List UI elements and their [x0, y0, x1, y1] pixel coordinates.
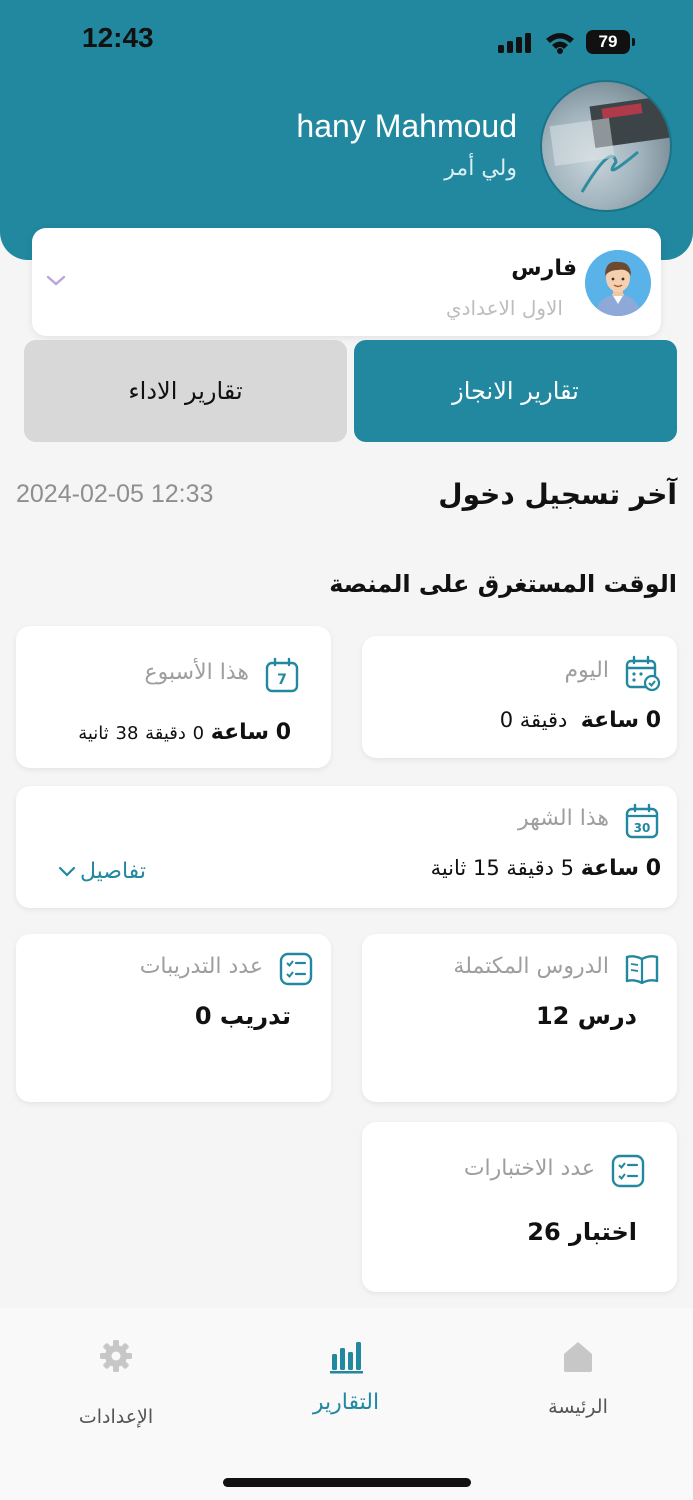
completed-lessons-label: الدروس المكتملة: [453, 954, 609, 979]
battery-indicator: 79: [586, 30, 635, 54]
week-label: هذا الأسبوع: [144, 660, 249, 685]
today-value: 0 ساعة دقيقة 0: [500, 708, 661, 733]
user-name: hany Mahmoud: [296, 108, 517, 144]
svg-text:7: 7: [277, 672, 287, 688]
week-minutes: 0: [192, 723, 205, 744]
status-icons: 79: [498, 26, 648, 58]
svg-text:30: 30: [634, 821, 651, 835]
calendar-check-icon: [625, 655, 661, 692]
month-hours: 0: [645, 856, 661, 881]
calendar-30-icon: 30: [625, 803, 659, 839]
today-hours-unit: ساعة: [580, 708, 639, 733]
nav-home[interactable]: الرئيسة: [488, 1308, 668, 1438]
month-seconds-unit: ثانية: [430, 856, 467, 880]
week-minutes-unit: دقيقة: [145, 723, 186, 744]
chevron-down-icon: [58, 866, 76, 877]
nav-settings[interactable]: الإعدادات: [26, 1308, 206, 1438]
today-label: اليوم: [564, 658, 609, 683]
home-icon: [564, 1342, 592, 1372]
nav-reports-label: التقارير: [312, 1390, 380, 1415]
today-minutes-unit: دقيقة: [519, 708, 568, 732]
week-seconds-unit: ثانية: [78, 723, 109, 744]
student-selector[interactable]: فارس الاول الاعدادي: [32, 228, 661, 336]
nav-settings-label: الإعدادات: [78, 1406, 154, 1428]
nav-home-label: الرئيسة: [548, 1396, 608, 1418]
student-grade: الاول الاعدادي: [445, 296, 563, 320]
today-minutes: 0: [499, 708, 514, 732]
week-seconds: 38: [115, 723, 139, 744]
nav-reports[interactable]: التقارير: [256, 1308, 436, 1438]
completed-lessons-card: الدروس المكتملة 12 درس: [362, 934, 677, 1102]
gear-icon: [100, 1340, 132, 1372]
trainings-value: 0 تدريب: [194, 1002, 291, 1030]
exams-card: عدد الاختبارات 26 اختبار: [362, 1122, 677, 1292]
tab-achievement-reports[interactable]: تقارير الانجاز: [354, 340, 677, 442]
bar-chart-icon: [330, 1342, 363, 1374]
week-value: 0 ساعة 0 دقيقة 38 ثانية: [78, 720, 291, 745]
chevron-down-icon[interactable]: [44, 268, 68, 292]
details-label: تفاصيل: [80, 858, 146, 884]
exams-label: عدد الاختبارات: [463, 1156, 595, 1181]
profile-avatar[interactable]: [540, 80, 672, 212]
checklist-icon: [279, 952, 313, 986]
week-time-card: 7 هذا الأسبوع 0 ساعة 0 دقيقة 38 ثانية: [16, 626, 331, 768]
calendar-7-icon: 7: [265, 657, 299, 693]
trainings-label: عدد التدريبات: [139, 954, 263, 979]
exams-value: 26 اختبار: [527, 1218, 637, 1246]
month-hours-unit: ساعة: [580, 856, 639, 881]
home-indicator: [223, 1478, 471, 1487]
student-avatar: [585, 250, 651, 316]
week-hours: 0: [275, 720, 291, 745]
tab-performance-reports[interactable]: تقارير الاداء: [24, 340, 347, 442]
today-hours: 0: [645, 708, 661, 733]
user-role: ولي أمر: [444, 156, 517, 181]
completed-lessons-value: 12 درس: [535, 1002, 637, 1030]
month-minutes-unit: دقيقة: [506, 856, 554, 880]
status-time: 12:43: [82, 22, 154, 53]
month-label: هذا الشهر: [518, 806, 609, 831]
month-time-card: 30 هذا الشهر 0 ساعة 5 دقيقة 15 ثانية تفا…: [16, 786, 677, 908]
book-open-icon: [625, 955, 659, 985]
wifi-icon: [546, 33, 574, 54]
checklist-icon: [611, 1154, 645, 1188]
last-login-title: آخر تسجيل دخول: [438, 478, 677, 511]
bottom-nav: الرئيسة التقارير الإعدادات: [0, 1308, 693, 1500]
trainings-card: عدد التدريبات 0 تدريب: [16, 934, 331, 1102]
last-login-value: 2024-02-05 12:33: [16, 480, 214, 508]
student-name: فارس: [511, 256, 577, 281]
month-details-link[interactable]: تفاصيل: [56, 856, 176, 886]
month-minutes: 5: [560, 856, 575, 880]
month-seconds: 15: [472, 856, 500, 880]
month-value: 0 ساعة 5 دقيقة 15 ثانية: [431, 856, 661, 881]
time-on-platform-title: الوقت المستغرق على المنصة: [329, 570, 677, 598]
signal-icon: [498, 33, 531, 53]
week-hours-unit: ساعة: [210, 720, 269, 745]
today-time-card: اليوم 0 ساعة دقيقة 0: [362, 636, 677, 758]
